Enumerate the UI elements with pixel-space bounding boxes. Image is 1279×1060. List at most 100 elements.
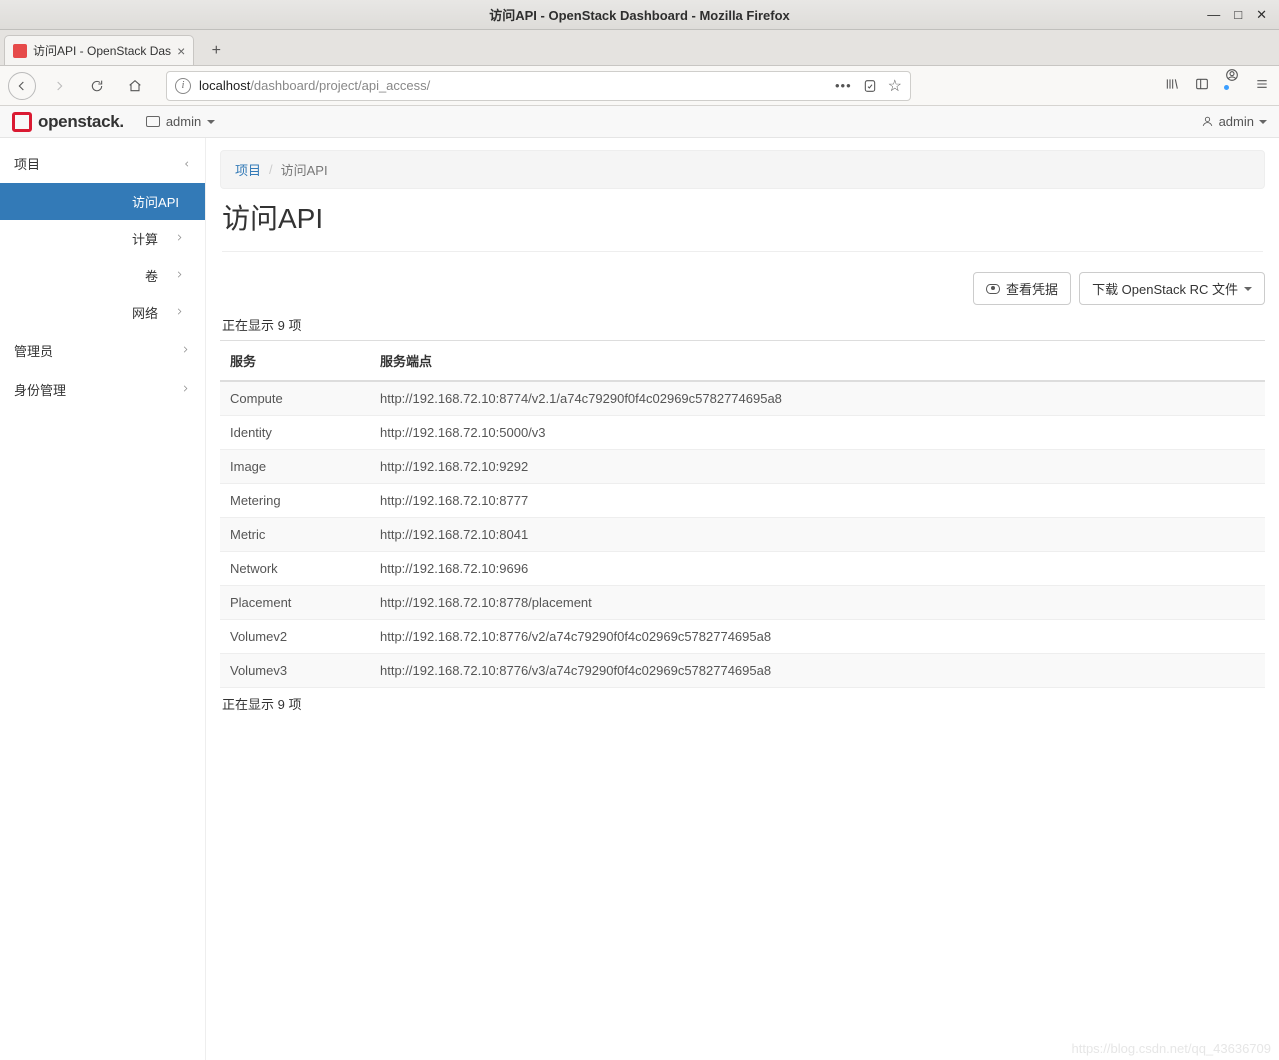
breadcrumb-root[interactable]: 项目 — [235, 160, 261, 179]
button-label: 下载 OpenStack RC 文件 — [1092, 279, 1238, 298]
arrow-left-icon — [14, 78, 30, 94]
browser-tab-active[interactable]: 访问API - OpenStack Das × — [4, 35, 194, 65]
user-label: admin — [1219, 114, 1254, 129]
table-row: Networkhttp://192.168.72.10:9696 — [220, 552, 1265, 586]
breadcrumb-separator: / — [269, 162, 273, 177]
reload-icon — [89, 78, 105, 94]
arrow-right-icon — [51, 78, 67, 94]
col-service[interactable]: 服务 — [220, 341, 370, 382]
view-credentials-button[interactable]: 查看凭据 — [973, 272, 1071, 305]
cell-endpoint: http://192.168.72.10:8777 — [370, 484, 1265, 518]
sidebar-item-label: 身份管理 — [14, 380, 66, 399]
project-label: admin — [166, 114, 201, 129]
url-bar[interactable]: i localhost/dashboard/project/api_access… — [166, 71, 911, 101]
sidebar-item-project[interactable]: 项目 — [0, 144, 205, 183]
download-rc-button[interactable]: 下载 OpenStack RC 文件 — [1079, 272, 1265, 305]
brand-text: openstack. — [38, 112, 124, 132]
site-info-icon[interactable]: i — [175, 78, 191, 94]
eye-icon — [986, 284, 1000, 294]
actions-row: 查看凭据 下载 OpenStack RC 文件 — [220, 272, 1265, 305]
cell-service: Compute — [220, 381, 370, 416]
sidebar-item-identity[interactable]: 身份管理 — [0, 370, 205, 409]
nav-home-button[interactable] — [120, 71, 150, 101]
table-count-bottom: 正在显示 9 项 — [222, 694, 1263, 713]
cell-endpoint: http://192.168.72.10:8041 — [370, 518, 1265, 552]
sidebar-item-network[interactable]: 网络 — [0, 294, 205, 331]
cell-service: Metering — [220, 484, 370, 518]
cell-service: Identity — [220, 416, 370, 450]
table-row: Placementhttp://192.168.72.10:8778/place… — [220, 586, 1265, 620]
account-icon[interactable] — [1223, 67, 1241, 104]
button-label: 查看凭据 — [1006, 279, 1058, 298]
page-actions-icon[interactable]: ••• — [835, 78, 852, 93]
watermark-text: https://blog.csdn.net/qq_43636709 — [1072, 1041, 1272, 1056]
app-menu-icon[interactable] — [1253, 76, 1271, 96]
favicon-icon — [13, 44, 27, 58]
nav-back-button[interactable] — [8, 72, 36, 100]
page-title: 访问API — [222, 197, 1263, 252]
cell-endpoint: http://192.168.72.10:8774/v2.1/a74c79290… — [370, 381, 1265, 416]
caret-down-icon — [207, 120, 215, 124]
server-icon — [146, 116, 160, 127]
sidebar-item-admin[interactable]: 管理员 — [0, 331, 205, 370]
breadcrumb: 项目 / 访问API — [220, 150, 1265, 189]
cell-endpoint: http://192.168.72.10:8778/placement — [370, 586, 1265, 620]
content-area: 项目 / 访问API 访问API 查看凭据 下载 OpenStack RC 文件… — [206, 138, 1279, 1060]
table-row: Imagehttp://192.168.72.10:9292 — [220, 450, 1265, 484]
cell-service: Metric — [220, 518, 370, 552]
endpoints-table: 服务 服务端点 Computehttp://192.168.72.10:8774… — [220, 340, 1265, 688]
chevron-down-icon — [179, 158, 193, 169]
window-titlebar: 访问API - OpenStack Dashboard - Mozilla Fi… — [0, 0, 1279, 30]
table-row: Metrichttp://192.168.72.10:8041 — [220, 518, 1265, 552]
tab-close-icon[interactable]: × — [177, 43, 185, 59]
user-menu[interactable]: admin — [1201, 114, 1267, 129]
sidebar-item-compute[interactable]: 计算 — [0, 220, 205, 257]
col-endpoint[interactable]: 服务端点 — [370, 341, 1265, 382]
new-tab-button[interactable]: + — [200, 37, 232, 65]
table-row: Volumev3http://192.168.72.10:8776/v3/a74… — [220, 654, 1265, 688]
chevron-right-icon — [174, 232, 185, 246]
cell-service: Placement — [220, 586, 370, 620]
brand-logo[interactable]: openstack. — [12, 112, 124, 132]
bookmark-star-icon[interactable]: ☆ — [888, 76, 902, 96]
table-row: Meteringhttp://192.168.72.10:8777 — [220, 484, 1265, 518]
caret-down-icon — [1244, 287, 1252, 291]
url-path: /dashboard/project/api_access/ — [250, 78, 430, 93]
breadcrumb-current: 访问API — [281, 160, 328, 179]
url-text: localhost/dashboard/project/api_access/ — [199, 78, 835, 93]
home-icon — [127, 78, 143, 94]
sidebar-toggle-icon[interactable] — [1193, 76, 1211, 96]
sidebar-item-label: 计算 — [14, 229, 164, 248]
sidebar: 项目 访问API 计算 卷 网络 — [0, 138, 206, 1060]
cell-endpoint: http://192.168.72.10:8776/v2/a74c79290f0… — [370, 620, 1265, 654]
chevron-right-icon — [174, 306, 185, 320]
sidebar-item-volume[interactable]: 卷 — [0, 257, 205, 294]
sidebar-item-label: 卷 — [14, 266, 164, 285]
cell-endpoint: http://192.168.72.10:9696 — [370, 552, 1265, 586]
user-icon — [1201, 115, 1214, 128]
sidebar-item-label: 管理员 — [14, 341, 53, 360]
tab-title: 访问API - OpenStack Das — [33, 42, 171, 59]
window-title: 访问API - OpenStack Dashboard - Mozilla Fi… — [0, 5, 1279, 24]
url-host: localhost — [199, 78, 250, 93]
browser-tabstrip: 访问API - OpenStack Das × + — [0, 30, 1279, 66]
chevron-right-icon — [180, 383, 191, 397]
sidebar-item-label: 访问API — [14, 192, 185, 211]
cell-service: Network — [220, 552, 370, 586]
sidebar-item-label: 网络 — [14, 303, 164, 322]
library-icon[interactable] — [1163, 76, 1181, 96]
reader-shield-icon[interactable] — [862, 78, 878, 94]
cell-endpoint: http://192.168.72.10:5000/v3 — [370, 416, 1265, 450]
chevron-right-icon — [180, 344, 191, 358]
table-row: Identityhttp://192.168.72.10:5000/v3 — [220, 416, 1265, 450]
dashboard-topbar: openstack. admin admin — [0, 106, 1279, 138]
sidebar-item-api-access[interactable]: 访问API — [0, 183, 205, 220]
cell-service: Volumev2 — [220, 620, 370, 654]
cell-service: Image — [220, 450, 370, 484]
openstack-logo-icon — [12, 112, 32, 132]
nav-reload-button[interactable] — [82, 71, 112, 101]
sidebar-item-label: 项目 — [14, 154, 40, 173]
cell-service: Volumev3 — [220, 654, 370, 688]
project-selector[interactable]: admin — [146, 114, 215, 129]
caret-down-icon — [1259, 120, 1267, 124]
